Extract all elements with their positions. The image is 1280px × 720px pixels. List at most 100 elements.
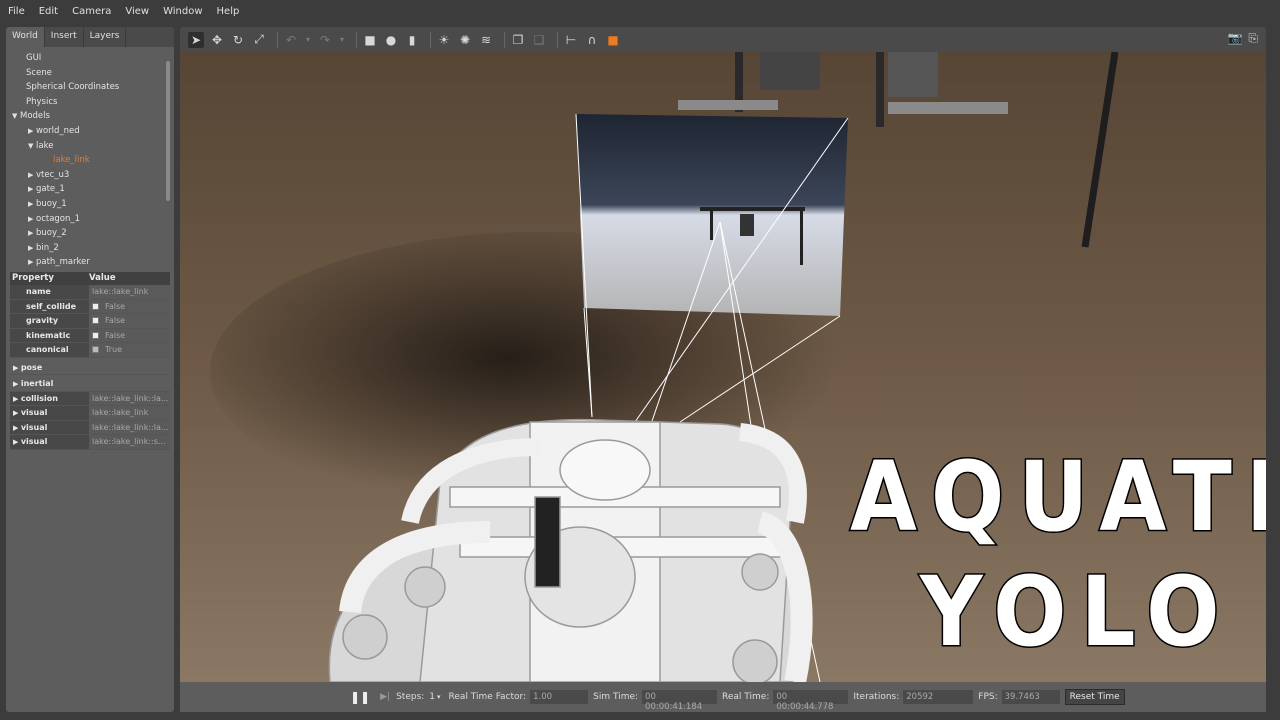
tab-world[interactable]: World — [6, 27, 45, 47]
scale-icon[interactable]: ⤢ — [251, 32, 267, 48]
expand-right-icon[interactable]: ▶ — [13, 364, 21, 372]
property-group-row[interactable]: ▶ collision lake::lake_link::la... — [10, 391, 170, 406]
cylinder-icon[interactable]: ▮ — [404, 32, 420, 48]
log-icon[interactable]: ⎘ — [1248, 31, 1258, 46]
fps-value: 39.7463 — [1001, 690, 1060, 704]
pause-icon[interactable]: ❚❚ — [350, 690, 370, 704]
property-row: kinematic False — [10, 328, 170, 343]
sphere-icon[interactable]: ● — [383, 32, 399, 48]
tree-item[interactable]: ▼ lake — [6, 139, 174, 154]
expand-down-icon[interactable]: ▼ — [28, 139, 36, 154]
spot-light-icon[interactable]: ✺ — [457, 32, 473, 48]
paste-icon[interactable]: ❏ — [531, 32, 547, 48]
sim-time-label: Sim Time: — [593, 692, 639, 702]
property-checkbox[interactable] — [92, 302, 99, 310]
expand-right-icon[interactable]: ▶ — [13, 380, 21, 388]
tree-item[interactable]: ▼ Models — [6, 109, 174, 124]
expand-right-icon[interactable]: ▶ — [28, 255, 36, 270]
property-value-text: lake::lake_link — [92, 287, 149, 296]
tree-item[interactable]: ▶ bin_2 — [6, 241, 174, 256]
expand-right-icon[interactable]: ▶ — [13, 409, 21, 417]
color-icon[interactable]: ■ — [605, 32, 621, 48]
tree-item[interactable]: Scene — [6, 66, 174, 81]
reset-time-button[interactable]: Reset Time — [1064, 689, 1125, 705]
expand-right-icon[interactable]: ▶ — [28, 197, 36, 212]
undo-icon[interactable]: ↶ — [283, 32, 299, 48]
redo-icon[interactable]: ↷ — [317, 32, 333, 48]
property-group-row[interactable]: ▶ visual lake::lake_link — [10, 406, 170, 421]
tab-layers[interactable]: Layers — [83, 27, 127, 47]
property-group-name[interactable]: ▶ collision — [10, 391, 89, 405]
property-group-row[interactable]: ▶ visual lake::lake_link::la... — [10, 420, 170, 435]
property-name: self_collide — [10, 299, 89, 313]
expand-right-icon[interactable]: ▶ — [28, 124, 36, 139]
expand-right-icon[interactable]: ▶ — [28, 241, 36, 256]
translate-icon[interactable]: ✥ — [209, 32, 225, 48]
menu-window[interactable]: Window — [163, 6, 202, 17]
expand-right-icon[interactable]: ▶ — [28, 212, 36, 227]
undo-dropdown-icon[interactable]: ▾ — [304, 32, 312, 48]
tree-item[interactable]: ▶ world_ned — [6, 124, 174, 139]
expand-right-icon[interactable]: ▶ — [28, 168, 36, 183]
property-group-row[interactable]: ▶ visual lake::lake_link::s... — [10, 435, 170, 450]
property-value-text: False — [105, 330, 126, 340]
expand-right-icon[interactable]: ▶ — [13, 424, 21, 432]
menu-camera[interactable]: Camera — [72, 6, 111, 17]
gate-in-image — [700, 207, 805, 211]
property-group-label: collision — [20, 393, 58, 403]
box-icon[interactable]: ■ — [362, 32, 378, 48]
expand-right-icon[interactable]: ▶ — [13, 438, 21, 446]
redo-dropdown-icon[interactable]: ▾ — [338, 32, 346, 48]
real-time-label: Real Time: — [722, 692, 770, 702]
screenshot-camera-icon[interactable]: 📷 — [1227, 31, 1242, 46]
property-group-label: inertial — [20, 379, 54, 388]
menu-view[interactable]: View — [125, 6, 149, 17]
menu-edit[interactable]: Edit — [39, 6, 58, 17]
step-icon[interactable]: ▶| — [380, 692, 390, 702]
property-group-label: pose — [20, 362, 43, 372]
property-group-name[interactable]: ▶ visual — [10, 406, 89, 420]
property-group-name[interactable]: ▶ pose — [10, 360, 89, 374]
snap-icon[interactable]: ∩ — [584, 32, 600, 48]
tree-item[interactable]: Spherical Coordinates — [6, 80, 174, 95]
tree-item[interactable]: GUI — [6, 51, 174, 66]
property-group-name[interactable]: ▶ inertial — [10, 377, 89, 391]
tree-item[interactable]: ▶ path_marker — [6, 255, 174, 270]
menu-file[interactable]: File — [8, 6, 25, 17]
tree-scrollbar[interactable] — [166, 61, 170, 201]
tab-insert[interactable]: Insert — [44, 27, 84, 47]
steps-dropdown-icon[interactable]: ▾ — [437, 693, 441, 701]
steps-value[interactable]: 1 — [429, 692, 435, 702]
directional-light-icon[interactable]: ≋ — [478, 32, 494, 48]
expand-right-icon[interactable]: ▶ — [28, 182, 36, 197]
expand-right-icon[interactable]: ▶ — [28, 226, 36, 241]
expand-right-icon[interactable]: ▶ — [13, 395, 21, 403]
iterations-value: 20592 — [903, 690, 974, 704]
tree-item[interactable]: ▶ buoy_1 — [6, 197, 174, 212]
tree-item[interactable]: ▶ gate_1 — [6, 182, 174, 197]
property-checkbox[interactable] — [92, 317, 99, 324]
status-bar: ❚❚ ▶| Steps: 1 ▾ Real Time Factor: 1.00 … — [180, 682, 1266, 712]
property-checkbox[interactable] — [92, 331, 99, 339]
copy-icon[interactable]: ❐ — [510, 32, 526, 48]
menu-help[interactable]: Help — [217, 6, 240, 17]
select-arrow-icon[interactable]: ➤ — [188, 31, 204, 48]
property-checkbox[interactable] — [92, 346, 99, 353]
property-group-row[interactable]: ▶ inertial — [10, 377, 170, 392]
property-group-name[interactable]: ▶ visual — [10, 435, 89, 449]
toolbar-divider — [504, 31, 505, 48]
gate-in-image — [710, 210, 713, 240]
pole — [876, 52, 884, 127]
property-group-row[interactable]: ▶ pose — [10, 360, 170, 375]
tree-item[interactable]: ▶ vtec_u3 — [6, 168, 174, 183]
expand-down-icon[interactable]: ▼ — [12, 109, 20, 124]
property-group-name[interactable]: ▶ visual — [10, 420, 89, 434]
tree-item[interactable]: Physics — [6, 95, 174, 110]
tree-item[interactable]: ▶ buoy_2 — [6, 226, 174, 241]
point-light-icon[interactable]: ☀ — [436, 32, 452, 48]
scene-viewport[interactable]: AQUATIC YOLO — [180, 52, 1266, 682]
tree-item[interactable]: lake_link — [6, 153, 174, 168]
rotate-icon[interactable]: ↻ — [230, 32, 246, 48]
align-icon[interactable]: ⊢ — [563, 32, 579, 48]
tree-item[interactable]: ▶ octagon_1 — [6, 212, 174, 227]
